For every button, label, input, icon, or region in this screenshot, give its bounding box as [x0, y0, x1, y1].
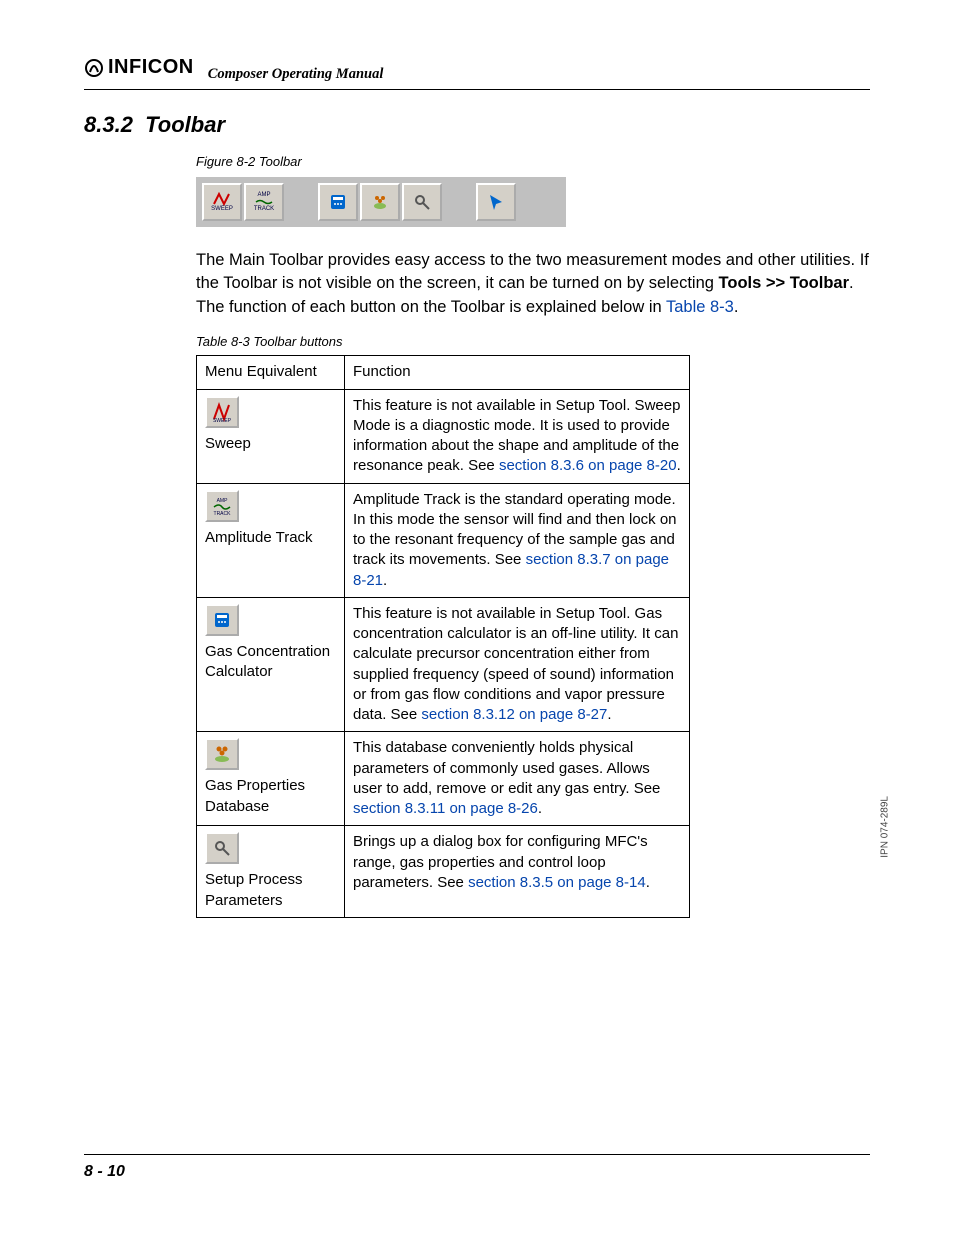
row-function: Brings up a dialog box for configuring M… [345, 826, 690, 918]
toolbar-pointer-button[interactable] [476, 183, 516, 221]
row-label: Setup Process Parameters [205, 870, 336, 911]
sweep-icon: SWEEP [205, 396, 239, 428]
svg-text:AMP: AMP [217, 498, 229, 504]
toolbar-buttons-table: Menu Equivalent Function SWEEP Sweep Thi… [196, 355, 690, 918]
p1-text-d: . [734, 298, 739, 316]
row-label: Amplitude Track [205, 528, 336, 548]
row-function: Amplitude Track is the standard operatin… [345, 483, 690, 597]
table-row: Gas Concentration Calculator This featur… [197, 597, 690, 732]
gas-database-icon [370, 192, 390, 212]
sweep-wave-icon [213, 192, 231, 206]
row-function: This database conveniently holds physica… [345, 732, 690, 826]
doc-title: Composer Operating Manual [208, 66, 384, 83]
track-line-icon [255, 198, 273, 206]
row-label: Sweep [205, 434, 336, 454]
toolbar-calculator-button[interactable] [318, 183, 358, 221]
brand-logo: INFICON [84, 56, 194, 79]
section-link[interactable]: section 8.3.11 on page 8-26 [353, 800, 538, 817]
table-row: Setup Process Parameters Brings up a dia… [197, 826, 690, 918]
logo-icon [84, 58, 104, 78]
toolbar-gas-db-button[interactable] [360, 183, 400, 221]
calculator-icon [328, 192, 348, 212]
th-menu: Menu Equivalent [197, 356, 345, 389]
row-label: Gas Properties Database [205, 776, 336, 817]
page-header: INFICON Composer Operating Manual [84, 56, 870, 90]
toolbar-figure: SWEEP AMP TRACK [196, 177, 566, 227]
amp-track-icon: AMP TRACK [205, 490, 239, 522]
table-row: Gas Properties Database This database co… [197, 732, 690, 826]
wrench-icon [205, 832, 239, 864]
side-ipn-label: IPN 074-289L [880, 796, 891, 858]
table-row: AMP TRACK Amplitude Track Amplitude Track… [197, 483, 690, 597]
wrench-icon [412, 192, 432, 212]
th-function: Function [345, 356, 690, 389]
section-number: 8.3.2 [84, 112, 133, 137]
row-function: This feature is not available in Setup T… [345, 597, 690, 732]
table-caption: Table 8-3 Toolbar buttons [196, 334, 870, 349]
p1-bold: Tools >> Toolbar [719, 274, 850, 292]
gas-database-icon [205, 738, 239, 770]
page-footer: 8 - 10 [84, 1154, 870, 1181]
svg-text:TRACK: TRACK [214, 511, 232, 517]
table-header-row: Menu Equivalent Function [197, 356, 690, 389]
section-heading: 8.3.2 Toolbar [84, 112, 870, 138]
row-label: Gas Concentration Calculator [205, 642, 336, 683]
pointer-icon [486, 192, 506, 212]
section-title: Toolbar [145, 112, 225, 137]
page-number: 8 - 10 [84, 1163, 125, 1180]
section-link[interactable]: section 8.3.5 on page 8-14 [468, 874, 646, 891]
toolbar-sweep-button[interactable]: SWEEP [202, 183, 242, 221]
toolbar-amp-track-button[interactable]: AMP TRACK [244, 183, 284, 221]
section-link[interactable]: section 8.3.12 on page 8-27 [421, 706, 607, 723]
row-function: This feature is not available in Setup T… [345, 389, 690, 483]
figure-caption: Figure 8-2 Toolbar [196, 154, 870, 169]
brand-text: INFICON [108, 56, 194, 79]
table-row: SWEEP Sweep This feature is not availabl… [197, 389, 690, 483]
svg-text:SWEEP: SWEEP [213, 418, 232, 423]
section-link[interactable]: section 8.3.6 on page 8-20 [499, 457, 677, 474]
body-paragraph: The Main Toolbar provides easy access to… [196, 249, 870, 321]
toolbar-setup-button[interactable] [402, 183, 442, 221]
calculator-icon [205, 604, 239, 636]
table-ref-link[interactable]: Table 8-3 [666, 298, 734, 316]
